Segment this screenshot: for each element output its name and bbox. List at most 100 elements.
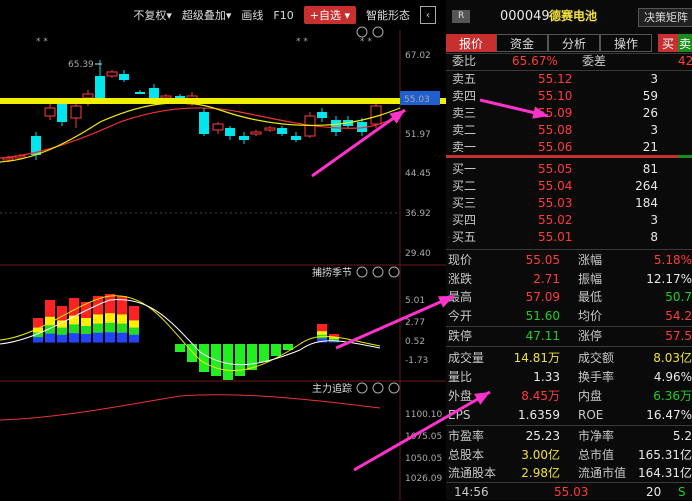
price-axis-label: 36.92 [405,209,431,219]
ask-price: 55.09 [538,106,573,120]
stat-value: 57.09 [525,290,560,304]
orderbook-separator [446,155,692,158]
candle-body [95,76,105,98]
histogram-bar-segment [57,334,67,343]
f10-button[interactable]: F10 [273,9,293,22]
stat-label: 涨停 [578,329,603,343]
stat-label: EPS [448,408,471,422]
settings-icon [388,266,400,278]
candle-body [212,123,224,131]
order-diff-value: 42 [678,54,692,68]
no-adjust-dropdown[interactable]: 不复权▾ [133,7,172,23]
stat-value: 16.47% [646,408,692,422]
quote-row: 涨跌 2.71 振幅 12.17% [446,271,692,288]
histogram-bar-segment [45,300,55,309]
stat-value: 5.18% [653,253,692,267]
bid-label: 买三 [452,196,477,210]
price-axis-label: 44.45 [405,169,431,179]
indicator2-axis-label: 1050.05 [405,454,442,464]
ask-price: 55.12 [538,72,573,86]
tab-operation[interactable]: 操作 [600,34,652,52]
indicator1-axis-label: 0.52 [405,337,425,347]
bid-volume: 3 [650,213,658,227]
high-marker: 65.39 [68,60,94,70]
histogram-bar-segment [105,313,115,324]
histogram-bar-green [235,344,245,376]
candle-body [70,105,82,119]
buy-button[interactable]: 买 [658,34,678,52]
candle-body [135,92,145,94]
candle-body [44,107,56,117]
quote-row: 卖二 55.08 3 [446,122,692,139]
stat-value: 1.33 [533,370,560,384]
panel-tabs: 报价 资金 分析 操作 买 卖 [446,34,692,52]
stat-label: 涨跌 [448,271,473,286]
histogram-bar-segment [93,314,103,325]
stat-value: 2.71 [533,271,560,286]
indicator1-axis-label: -1.73 [405,356,428,366]
star-mark: * * [36,37,48,47]
settings-icon [356,266,368,278]
add-watchlist-button[interactable]: +自选 ▾ [303,6,356,24]
decision-matrix-button[interactable]: 决策矩阵 [638,8,692,27]
indicator1-axis-label: 2.77 [405,318,425,328]
tab-quote[interactable]: 报价 [446,34,496,52]
bid-volume: 264 [635,179,658,193]
panel-toggle-icon[interactable]: ‹ [420,6,436,24]
tab-fund[interactable]: 资金 [496,34,548,52]
quote-row: 跌停 47.11 涨停 57.5 [446,328,692,345]
kline-chart-area[interactable]: 67.0262.0251.9744.4536.9229.4055.0365.39… [0,0,446,500]
settings-icon [372,266,384,278]
quote-row: 买四 55.02 3 [446,212,692,229]
stat-label: 换手率 [578,370,615,384]
smart-form-button[interactable]: 智能形态 [366,7,410,23]
sell-button[interactable]: 卖 [678,34,692,52]
tab-analysis[interactable]: 分析 [548,34,600,52]
quote-row: 市盈率 25.23 市净率 5.2 [446,428,692,445]
price-highlight-line [0,98,446,104]
kline-chart-svg[interactable]: 67.0262.0251.9744.4536.9229.4055.0365.39… [0,0,446,500]
bid-volume: 81 [642,162,658,176]
current-price-label: 55.03 [404,95,430,105]
candle-body [225,128,235,136]
indicator2-axis-label: 1100.10 [405,410,442,420]
stat-value: 25.23 [525,429,560,443]
caret-down-icon: ▾ [344,9,350,22]
histogram-bar-segment [129,306,139,314]
quote-row: 买三 55.03 184 [446,195,692,212]
orderbook-separator-green [678,155,692,158]
settings-icon [372,382,384,394]
histogram-bar-segment [317,327,327,332]
tick-volume: 20 [646,485,662,499]
histogram-bar-segment [81,334,91,343]
ask-volume: 26 [642,106,658,120]
draw-line-button[interactable]: 画线 [241,7,263,23]
quote-row: 买五 55.01 8 [446,229,692,246]
stat-label: 总市值 [578,447,615,462]
stat-label: 内盘 [578,389,603,403]
star-mark: * * [296,37,308,47]
stat-label: 成交额 [578,351,615,365]
histogram-bar-segment [33,318,43,324]
overlay-dropdown[interactable]: 超级叠加▾ [182,7,232,23]
histogram-bar-green [271,344,281,356]
order-ratio-value: 65.67% [512,54,558,68]
order-diff-label: 委差 [582,54,607,68]
stat-label: 外盘 [448,389,473,403]
indicator2-axis-label: 1075.05 [405,432,442,442]
quote-panel: R 000049 德赛电池 决策矩阵 报价 资金 分析 操作 买 卖 委比 65… [446,0,692,500]
indicator2-axis-label: 1026.09 [405,474,442,484]
quote-row: 卖五 55.12 3 [446,71,692,88]
stat-value: 1.6359 [518,408,560,422]
stat-value: 2.98亿 [521,466,560,480]
histogram-bar-segment [317,331,327,336]
quote-row: 卖四 55.10 59 [446,88,692,105]
bid-label: 买二 [452,179,477,193]
price-axis-label: 51.97 [405,130,431,140]
candle-body [239,136,249,140]
histogram-bar-green [175,344,185,352]
histogram-bar-segment [117,314,127,325]
stat-value: 4.96% [653,370,692,384]
candle-body [82,93,94,99]
histogram-bar-segment [81,310,91,319]
